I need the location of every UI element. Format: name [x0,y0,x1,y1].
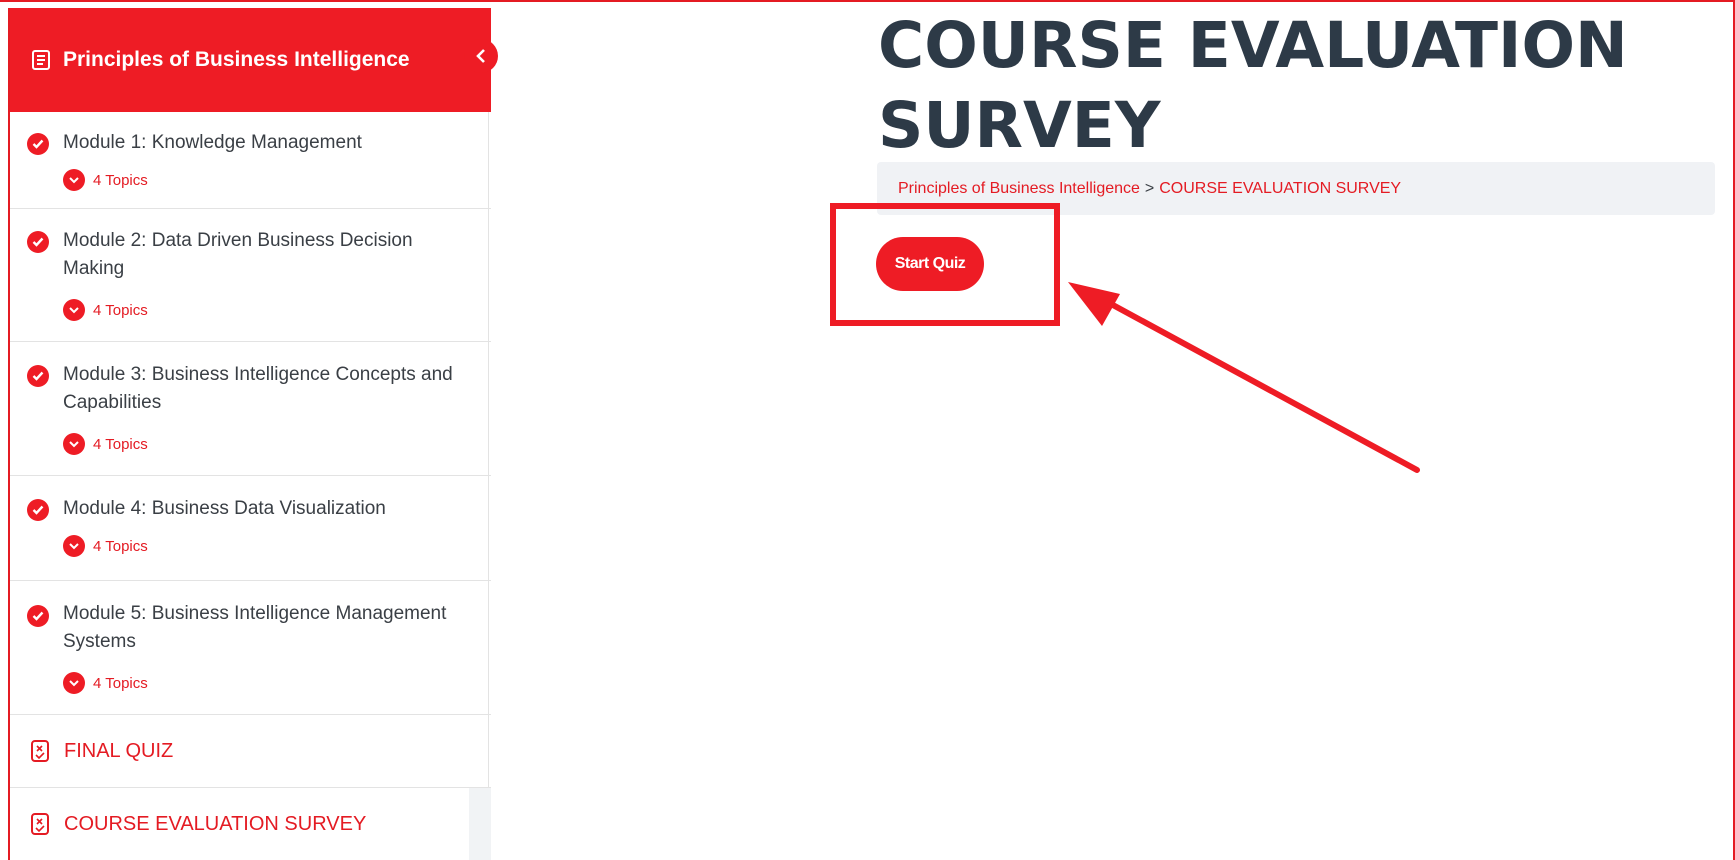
module-title: Module 1: Knowledge Management [63,132,362,153]
breadcrumb-current[interactable]: COURSE EVALUATION SURVEY [1159,180,1401,198]
sidebar-item-label: COURSE EVALUATION SURVEY [64,812,367,835]
annotation-highlight-box [830,203,1060,326]
module-title: Module 2: Data Driven Business Decision … [63,230,413,279]
topics-count: 4 Topics [93,674,148,692]
course-title: Principles of Business Intelligence [63,48,410,71]
sidebar-collapse-button[interactable] [464,39,498,73]
module-topics-toggle[interactable]: 4 Topics [63,169,148,191]
topics-count: 4 Topics [93,301,148,319]
quiz-icon [31,813,49,835]
course-header[interactable]: Principles of Business Intelligence [10,8,491,112]
chevron-left-icon [476,49,485,63]
course-sidebar: Principles of Business Intelligence Modu… [8,8,491,860]
page-title: COURSE EVALUATION SURVEY [878,9,1628,162]
check-circle-icon [27,499,49,521]
window-top-border [0,0,1735,2]
chevron-down-icon [63,535,85,557]
breadcrumb-separator: > [1144,179,1155,197]
check-circle-icon [27,365,49,387]
check-circle-icon [27,133,49,155]
module-title: Module 5: Business Intelligence Manageme… [63,603,447,652]
sidebar-item-label: FINAL QUIZ [64,739,174,762]
sidebar-module-3[interactable]: Module 3: Business Intelligence Concepts… [10,342,491,476]
sidebar-module-2[interactable]: Module 2: Data Driven Business Decision … [10,209,491,342]
chevron-down-icon [63,672,85,694]
sidebar-module-5[interactable]: Module 5: Business Intelligence Manageme… [10,581,491,715]
topics-count: 4 Topics [93,435,148,453]
book-icon [32,50,50,70]
topics-count: 4 Topics [93,171,148,189]
module-topics-toggle[interactable]: 4 Topics [63,299,148,321]
check-circle-icon [27,231,49,253]
breadcrumb-course-link[interactable]: Principles of Business Intelligence [898,180,1140,198]
quiz-icon [31,740,49,762]
annotation-arrow [1068,282,1420,473]
module-topics-toggle[interactable]: 4 Topics [63,672,148,694]
chevron-down-icon [63,299,85,321]
check-circle-icon [27,605,49,627]
topics-count: 4 Topics [93,537,148,555]
sidebar-item-final-quiz[interactable]: FINAL QUIZ [10,715,491,788]
module-topics-toggle[interactable]: 4 Topics [63,535,148,557]
chevron-down-icon [63,433,85,455]
chevron-down-icon [63,169,85,191]
module-title: Module 3: Business Intelligence Concepts… [63,364,453,413]
sidebar-item-course-evaluation-survey[interactable]: COURSE EVALUATION SURVEY [10,788,491,860]
module-topics-toggle[interactable]: 4 Topics [63,433,148,455]
sidebar-module-4[interactable]: Module 4: Business Data Visualization 4 … [10,476,491,581]
sidebar-module-1[interactable]: Module 1: Knowledge Management 4 Topics [10,112,491,209]
module-title: Module 4: Business Data Visualization [63,498,386,519]
